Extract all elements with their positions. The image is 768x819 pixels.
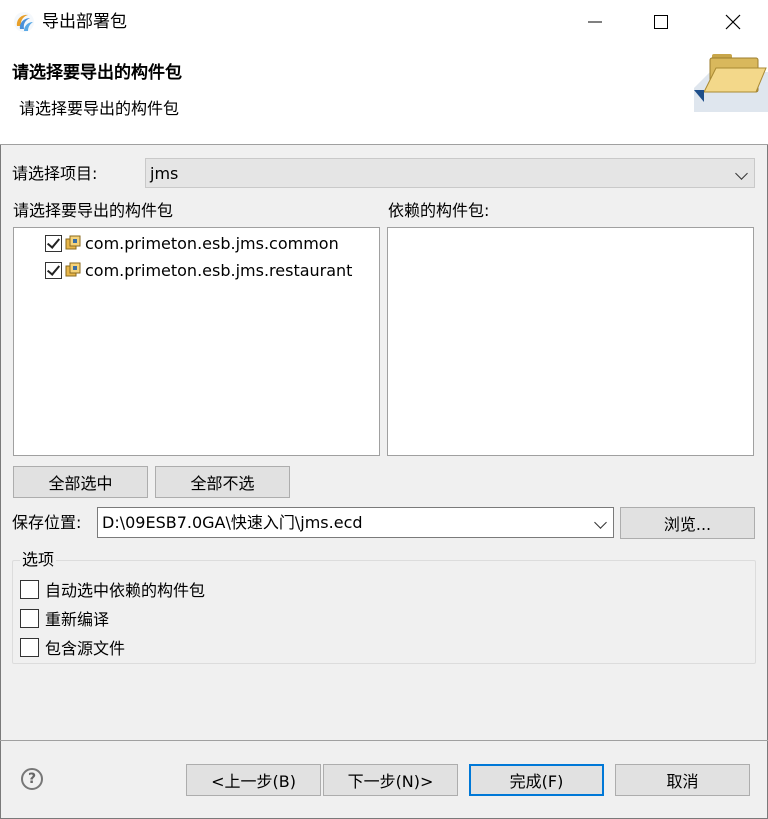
wizard-header: [0, 44, 768, 145]
back-button[interactable]: <上一步(B): [186, 764, 321, 796]
option-checkbox[interactable]: [20, 579, 39, 599]
close-icon: [725, 14, 741, 30]
folder-open-icon: [690, 44, 768, 112]
option-label: 包含源文件: [45, 639, 126, 658]
window-title: 导出部署包: [42, 12, 127, 32]
option-checkbox[interactable]: [20, 608, 39, 628]
next-button[interactable]: 下一步(N)>: [323, 764, 458, 796]
deselect-all-button[interactable]: 全部不选: [155, 466, 290, 498]
package-tree[interactable]: com.primeton.esb.jms.common com.primeton…: [13, 227, 380, 456]
option-auto-select-deps[interactable]: 自动选中依赖的构件包: [20, 576, 205, 602]
page-title: 请选择要导出的构件包: [12, 63, 182, 83]
options-legend: 选项: [20, 549, 57, 571]
project-select[interactable]: jms: [145, 158, 755, 188]
chevron-down-icon[interactable]: [594, 516, 607, 529]
cancel-button[interactable]: 取消: [615, 764, 750, 796]
dependencies-label: 依赖的构件包:: [388, 201, 490, 220]
page-description: 请选择要导出的构件包: [19, 99, 180, 118]
option-checkbox[interactable]: [20, 637, 39, 657]
package-icon: [65, 235, 81, 250]
maximize-icon: [654, 15, 668, 29]
tree-item-label: com.primeton.esb.jms.restaurant: [85, 260, 353, 280]
help-icon[interactable]: ?: [21, 768, 43, 790]
finish-button[interactable]: 完成(F): [469, 764, 604, 796]
eclipse-swirl-icon: [12, 10, 36, 34]
option-include-source[interactable]: 包含源文件: [20, 634, 125, 660]
project-label: 请选择项目:: [12, 164, 98, 183]
browse-button[interactable]: 浏览...: [620, 507, 755, 539]
package-icon: [65, 262, 81, 277]
option-recompile[interactable]: 重新编译: [20, 605, 109, 631]
dependency-list[interactable]: [387, 227, 754, 456]
packages-label: 请选择要导出的构件包: [13, 201, 174, 220]
options-group: 自动选中依赖的构件包 重新编译 包含源文件: [12, 560, 756, 664]
minimize-button[interactable]: [568, 0, 622, 44]
maximize-button[interactable]: [634, 0, 688, 44]
select-all-button[interactable]: 全部选中: [13, 466, 148, 498]
close-button[interactable]: [706, 0, 760, 44]
tree-item[interactable]: com.primeton.esb.jms.restaurant: [45, 257, 352, 283]
tree-item-checkbox[interactable]: [45, 261, 62, 279]
project-select-value: jms: [150, 164, 179, 183]
tree-item-checkbox[interactable]: [45, 234, 62, 252]
chevron-down-icon: [735, 167, 748, 180]
minimize-icon: [588, 21, 602, 23]
tree-item[interactable]: com.primeton.esb.jms.common: [45, 230, 339, 256]
option-label: 自动选中依赖的构件包: [45, 581, 206, 600]
footer-divider: [0, 740, 768, 741]
save-location-label: 保存位置:: [12, 513, 82, 532]
save-location-combo[interactable]: D:\09ESB7.0GA\快速入门\jms.ecd: [97, 507, 614, 538]
save-location-value: D:\09ESB7.0GA\快速入门\jms.ecd: [102, 513, 363, 532]
option-label: 重新编译: [45, 610, 110, 629]
tree-item-label: com.primeton.esb.jms.common: [85, 233, 339, 253]
